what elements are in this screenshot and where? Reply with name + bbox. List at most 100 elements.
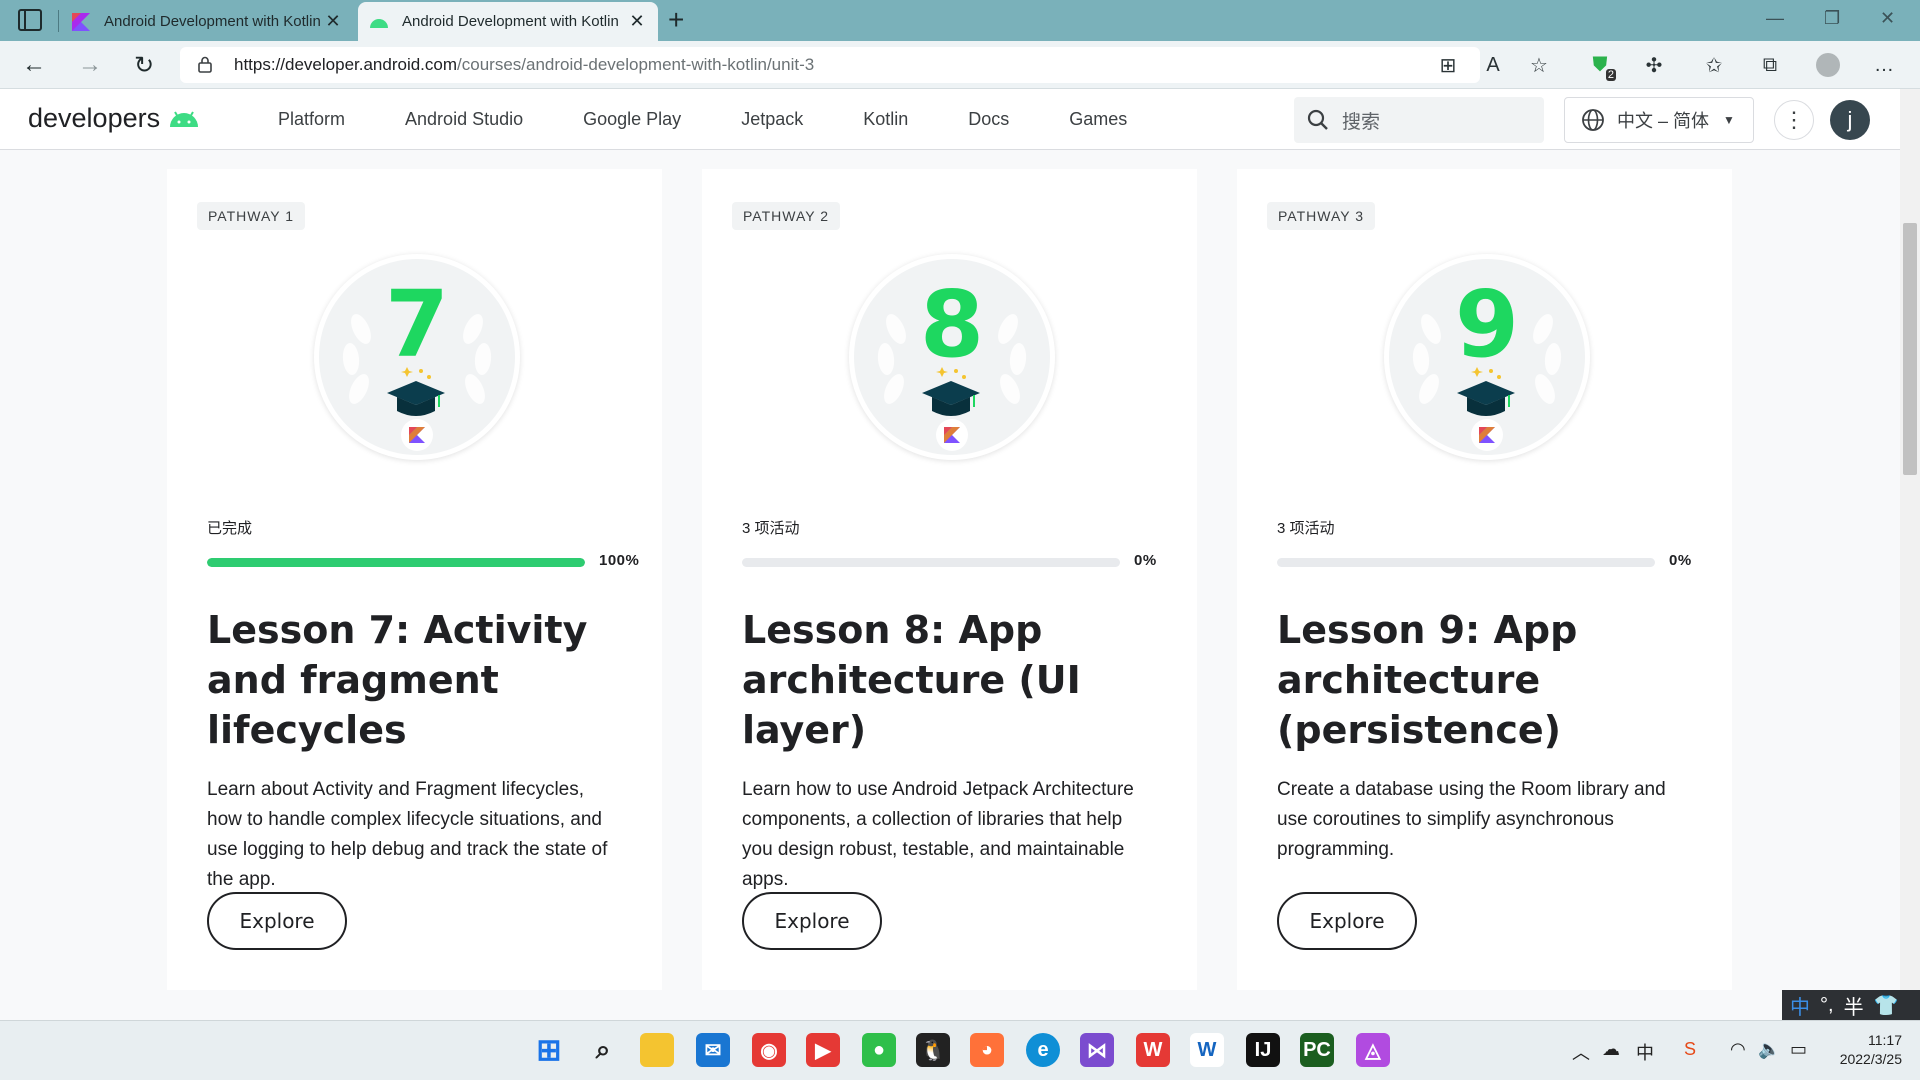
nav-google-play[interactable]: Google Play <box>583 109 681 130</box>
browser-tab-strip: Android Development with Kotlin ✕ Androi… <box>0 0 1920 41</box>
lock-icon <box>198 56 212 73</box>
volume-icon[interactable]: 🔈 <box>1758 1039 1780 1060</box>
logo-text: developers <box>28 103 161 133</box>
pathway-card-3: PATHWAY 3 9 3 项活动 0% Lesson 9: App archi… <box>1237 169 1732 990</box>
explore-button[interactable]: Explore <box>207 892 347 950</box>
page-scrollbar[interactable] <box>1900 89 1920 1020</box>
intellij-icon[interactable]: IJ <box>1246 1033 1280 1067</box>
close-tab-icon[interactable]: ✕ <box>322 11 344 32</box>
settings-more-icon[interactable]: … <box>1870 51 1898 79</box>
nav-jetpack[interactable]: Jetpack <box>741 109 803 130</box>
url-host: https://developer.android.com <box>234 55 458 74</box>
tab-title: Android Development with Kotlin <box>104 13 321 30</box>
wps-icon[interactable]: W <box>1136 1033 1170 1067</box>
firefox-icon[interactable]: ◕ <box>970 1033 1004 1067</box>
activity-status: 3 项活动 <box>742 520 800 537</box>
nav-android-studio[interactable]: Android Studio <box>405 109 523 130</box>
profile-icon[interactable] <box>1814 51 1842 79</box>
search-icon[interactable]: ⌕ <box>586 1033 620 1067</box>
lesson-badge: 8 <box>854 259 1050 455</box>
visual-studio-icon[interactable]: ⋈ <box>1080 1033 1114 1067</box>
pathway-card-1: PATHWAY 1 7 已完成 100% Lesson 7: Activity … <box>167 169 662 990</box>
developers-logo[interactable]: developers <box>28 103 200 134</box>
video-app-icon[interactable]: ▶ <box>806 1033 840 1067</box>
nav-platform[interactable]: Platform <box>278 109 345 130</box>
pathway-label: PATHWAY 1 <box>197 202 306 230</box>
lesson-number: 9 <box>1454 271 1519 378</box>
explore-button[interactable]: Explore <box>1277 892 1417 950</box>
nav-kotlin[interactable]: Kotlin <box>863 109 908 130</box>
favorites-icon[interactable]: ✩ <box>1700 51 1728 79</box>
scrollbar-thumb[interactable] <box>1903 223 1917 475</box>
back-button[interactable]: ← <box>18 49 50 81</box>
url-path: /courses/android-development-with-kotlin… <box>457 55 815 74</box>
search-icon <box>1307 109 1328 130</box>
minimize-icon[interactable]: — <box>1766 8 1784 29</box>
mail-icon[interactable]: ✉ <box>696 1033 730 1067</box>
chevron-up-icon[interactable]: ︿ <box>1572 1039 1590 1065</box>
edge-icon[interactable]: e <box>1026 1033 1060 1067</box>
pathway-card-2: PATHWAY 2 8 3 项活动 0% Lesson 8: App archi… <box>702 169 1197 990</box>
progress-bar <box>1277 558 1655 567</box>
browser-tab-2[interactable]: Android Development with Kotlin ✕ <box>358 2 658 41</box>
file-explorer-icon[interactable] <box>640 1033 674 1067</box>
close-tab-icon[interactable]: ✕ <box>626 11 648 32</box>
battery-icon[interactable]: ▭ <box>1790 1039 1807 1060</box>
system-clock[interactable]: 11:17 2022/3/25 <box>1830 1031 1902 1069</box>
progress-fill <box>207 558 585 567</box>
search-input[interactable]: 搜索 <box>1294 97 1544 143</box>
reload-button[interactable]: ↻ <box>128 49 160 81</box>
nav-games[interactable]: Games <box>1069 109 1127 130</box>
nav-docs[interactable]: Docs <box>968 109 1009 130</box>
ime-indicator[interactable]: 中 °, 半 👕 <box>1782 990 1920 1020</box>
wechat-icon[interactable]: ● <box>862 1033 896 1067</box>
start-icon[interactable]: ⊞ <box>532 1033 566 1067</box>
lesson-description: Create a database using the Room library… <box>1277 779 1666 860</box>
extensions-icon[interactable]: ✣ <box>1640 51 1668 79</box>
windows-taskbar: ⊞ ⌕ ✉ ◉ ▶ ● 🐧 ◕ e ⋈ W W IJ PC ◬ ︿ ☁ 中 S … <box>0 1020 1920 1080</box>
android-favicon-icon <box>368 11 390 33</box>
app-available-icon[interactable]: ⊞ <box>1434 51 1462 79</box>
favorite-add-icon[interactable]: ☆ <box>1525 51 1553 79</box>
more-options-icon[interactable]: ⋮ <box>1774 100 1814 140</box>
language-select[interactable]: 中文 – 简体 ▼ <box>1564 97 1754 143</box>
ime-tray-icon[interactable]: 中 <box>1636 1039 1654 1065</box>
new-tab-button[interactable]: + <box>668 6 684 34</box>
read-aloud-icon[interactable]: A <box>1479 51 1507 79</box>
collections-icon[interactable]: ⧉ <box>1756 51 1784 79</box>
progress-percent: 0% <box>1669 552 1692 569</box>
graduation-cap-icon <box>922 367 980 416</box>
graduation-cap-icon <box>387 367 445 416</box>
progress-percent: 100% <box>599 552 640 569</box>
sogou-icon[interactable]: S <box>1684 1039 1696 1060</box>
address-field[interactable]: https://developer.android.com/courses/an… <box>180 47 1480 83</box>
netease-music-icon[interactable]: ◉ <box>752 1033 786 1067</box>
close-window-icon[interactable]: ✕ <box>1880 8 1895 29</box>
browser-toolbar: ← → ↻ https://developer.android.com/cour… <box>0 41 1920 89</box>
explore-button[interactable]: Explore <box>742 892 882 950</box>
lesson-number: 7 <box>384 271 449 378</box>
ime-skin-icon: 👕 <box>1873 994 1899 1017</box>
cloud-icon[interactable]: ☁ <box>1602 1039 1620 1060</box>
clock-date: 2022/3/25 <box>1839 1051 1902 1067</box>
app-icon[interactable]: ◬ <box>1356 1033 1390 1067</box>
activity-status: 已完成 <box>207 520 253 537</box>
lesson-number: 8 <box>919 271 984 378</box>
pycharm-icon[interactable]: PC <box>1300 1033 1334 1067</box>
avatar[interactable]: j <box>1830 100 1870 140</box>
tab-actions-icon[interactable] <box>18 9 42 31</box>
forward-button[interactable]: → <box>74 49 106 81</box>
wifi-icon[interactable]: ◠ <box>1730 1039 1746 1060</box>
clock-time: 11:17 <box>1868 1032 1902 1048</box>
word-icon[interactable]: W <box>1190 1033 1224 1067</box>
restore-icon[interactable]: ❐ <box>1824 8 1840 29</box>
ime-mode: 中 <box>1790 996 1810 1019</box>
kotlin-favicon-icon <box>70 11 92 33</box>
pathway-label: PATHWAY 2 <box>732 202 841 230</box>
qq-icon[interactable]: 🐧 <box>916 1033 950 1067</box>
lesson-title: Lesson 9: App architecture (persistence) <box>1277 608 1578 752</box>
site-nav: Platform Android Studio Google Play Jetp… <box>278 89 1187 150</box>
lesson-title: Lesson 8: App architecture (UI layer) <box>742 608 1081 752</box>
shield-extension-icon[interactable]: ⛊ 2 <box>1586 51 1616 81</box>
browser-tab-1[interactable]: Android Development with Kotlin ✕ <box>60 2 354 41</box>
